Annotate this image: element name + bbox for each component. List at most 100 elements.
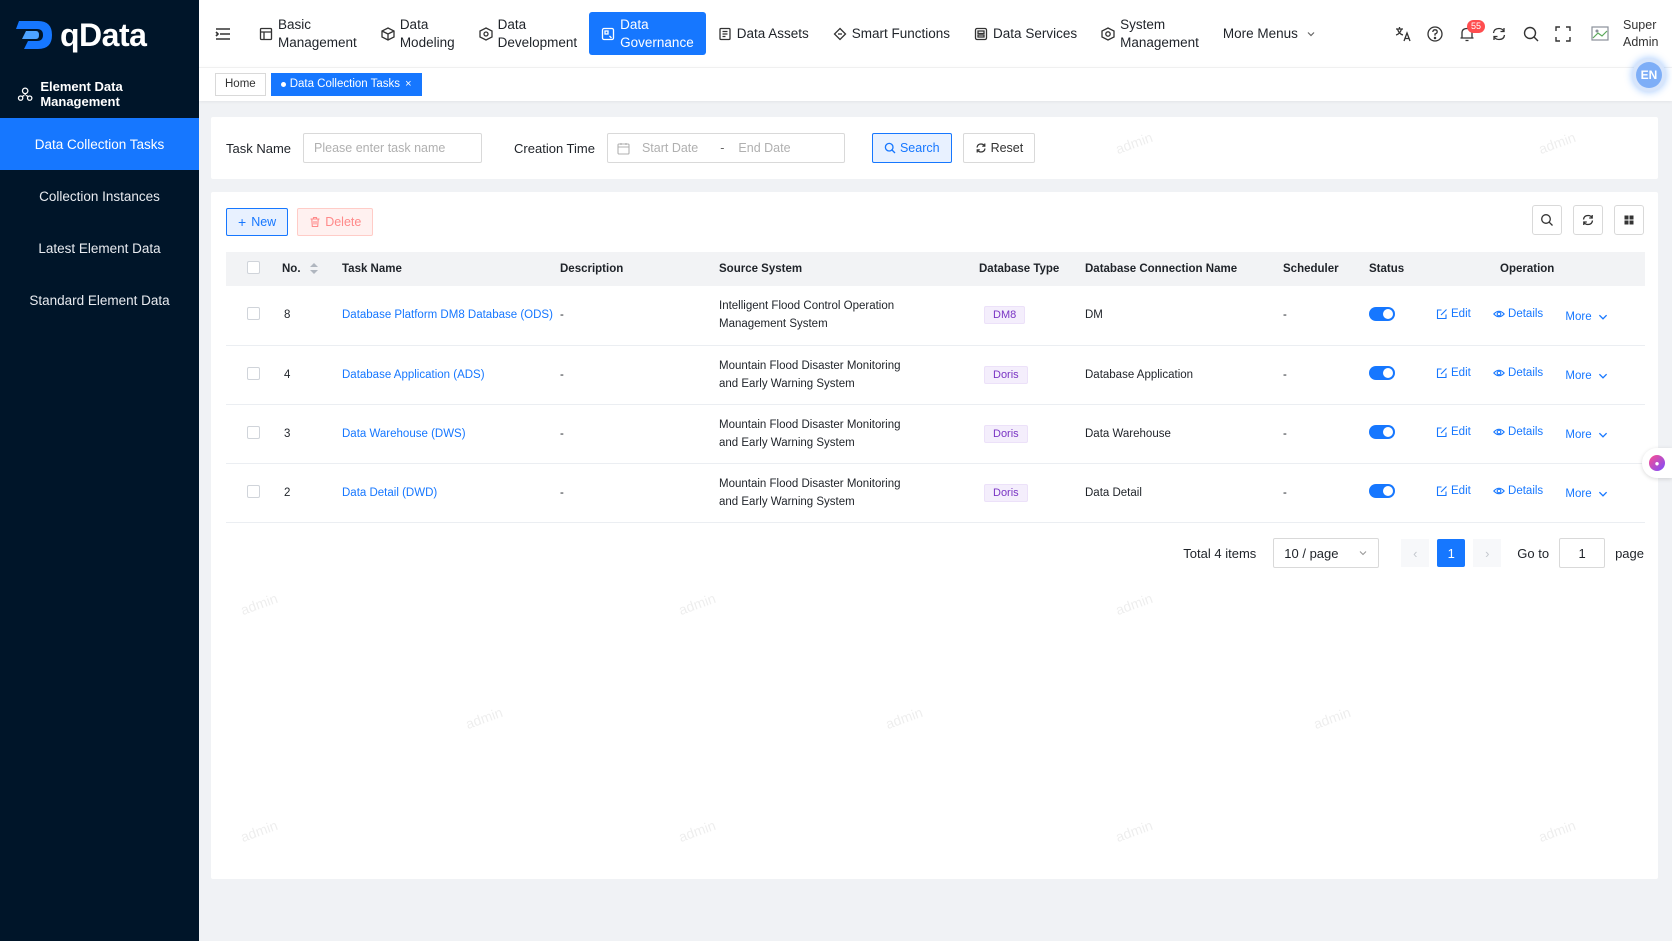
active-dot-icon [280, 82, 286, 87]
refresh-table-button[interactable] [1573, 205, 1603, 235]
delete-button[interactable]: Delete [297, 208, 374, 236]
details-button[interactable]: Details [1493, 426, 1543, 438]
tab-data-collection-tasks[interactable]: Data Collection Tasks × [270, 73, 422, 96]
edit-icon [1436, 308, 1447, 319]
assistant-float-button[interactable]: ● [1642, 448, 1672, 478]
more-dropdown[interactable]: More [1565, 429, 1611, 441]
column-header-operation: Operation [1500, 263, 1555, 275]
task-name-link[interactable]: Data Detail (DWD) [342, 487, 437, 499]
sidebar-item-collection-instances[interactable]: Collection Instances [0, 170, 199, 222]
page-label: page [1615, 545, 1644, 561]
details-button[interactable]: Details [1493, 308, 1543, 320]
edit-icon [1436, 368, 1447, 379]
column-header-no[interactable]: No. [282, 252, 342, 286]
nav-label: Data Services [993, 25, 1078, 41]
sidebar-group-element-data[interactable]: Element Data Management [0, 70, 199, 118]
chevron-down-icon [1598, 373, 1607, 379]
reset-button-label: Reset [990, 141, 1024, 155]
cell-source-system: Intelligent Flood Control Operation Mana… [719, 286, 979, 345]
details-button[interactable]: Details [1493, 485, 1543, 497]
new-button[interactable]: + New [226, 208, 289, 236]
prev-page-button[interactable]: ‹ [1401, 539, 1430, 567]
page-size-select[interactable]: 10 / page [1273, 538, 1380, 568]
nav-data-services[interactable]: Data Services [962, 12, 1089, 55]
toggle-search-button[interactable] [1532, 205, 1562, 235]
cell-description: - [560, 309, 564, 322]
sidebar-item-latest-element-data[interactable]: Latest Element Data [0, 222, 199, 274]
nav-smart-functions[interactable]: Smart Functions [821, 12, 962, 55]
close-icon[interactable]: × [405, 74, 411, 95]
column-header-task-name: Task Name [342, 263, 402, 275]
next-page-button[interactable]: › [1473, 539, 1502, 567]
status-toggle[interactable] [1369, 425, 1395, 439]
details-button[interactable]: Details [1493, 367, 1543, 379]
column-settings-button[interactable] [1614, 205, 1644, 235]
select-all-checkbox[interactable] [247, 261, 260, 274]
row-checkbox[interactable] [247, 484, 260, 498]
sidebar-item-data-collection-tasks[interactable]: Data Collection Tasks [0, 118, 199, 170]
cell-source-system: Mountain Flood Disaster Monitoring and E… [719, 345, 979, 404]
fullscreen-icon[interactable] [1547, 18, 1579, 50]
chevron-down-icon [1359, 551, 1367, 556]
user-name[interactable]: Super Admin [1623, 17, 1659, 51]
nav-data-governance[interactable]: Data Governance [589, 12, 706, 55]
row-checkbox[interactable] [247, 425, 260, 439]
more-label: More [1565, 429, 1592, 441]
nav-data-development[interactable]: Data Development [467, 12, 590, 55]
edit-button[interactable]: Edit [1436, 485, 1471, 497]
search-icon[interactable] [1515, 18, 1547, 50]
menu-toggle-icon[interactable] [211, 22, 235, 46]
refresh-icon[interactable] [1483, 18, 1515, 50]
task-name-link[interactable]: Database Platform DM8 Database (ODS) [342, 309, 553, 321]
nav-data-assets[interactable]: Data Assets [706, 12, 821, 55]
status-toggle[interactable] [1369, 366, 1395, 380]
nav-data-modeling[interactable]: Data Modeling [369, 12, 467, 55]
nav-label: Data Modeling [399, 16, 455, 50]
source-line-2: and Early Warning System [719, 436, 855, 449]
page-number-current[interactable]: 1 [1437, 539, 1466, 567]
edit-button[interactable]: Edit [1436, 426, 1471, 438]
column-header-database-type: Database Type [979, 263, 1060, 275]
details-label: Details [1508, 367, 1544, 379]
logo[interactable]: qData [0, 0, 199, 70]
edit-button[interactable]: Edit [1436, 308, 1471, 320]
language-switch-button[interactable]: EN [1632, 58, 1666, 92]
avatar[interactable] [1589, 22, 1613, 46]
more-dropdown[interactable]: More [1565, 488, 1611, 500]
more-dropdown[interactable]: More [1565, 370, 1611, 382]
edit-button[interactable]: Edit [1436, 367, 1471, 379]
help-icon[interactable] [1419, 18, 1451, 50]
bell-icon[interactable]: 55 [1451, 18, 1486, 50]
start-date-input[interactable]: Start Date [642, 141, 698, 155]
row-checkbox[interactable] [247, 307, 260, 321]
sort-icon[interactable] [309, 263, 318, 275]
db-type-tag: DM8 [984, 306, 1026, 325]
status-toggle[interactable] [1369, 306, 1395, 321]
task-name-field [303, 133, 483, 163]
sidebar-group-label: Element Data Management [40, 79, 123, 109]
search-button[interactable]: Search [871, 133, 952, 163]
tab-label: Home [225, 78, 256, 90]
logo-icon [16, 17, 56, 53]
hexagon-icon [478, 26, 493, 41]
nav-more-menus[interactable]: More Menus [1211, 12, 1328, 55]
tab-home[interactable]: Home [215, 73, 266, 96]
task-name-link[interactable]: Data Warehouse (DWS) [342, 428, 466, 440]
nav-system-management[interactable]: System Management [1089, 12, 1211, 55]
goto-page-input[interactable]: 1 [1559, 538, 1606, 568]
edit-icon [1436, 427, 1447, 438]
cell-scheduler: - [1283, 309, 1287, 322]
reset-button[interactable]: Reset [962, 133, 1036, 163]
row-checkbox[interactable] [247, 366, 260, 380]
more-dropdown[interactable]: More [1565, 311, 1611, 323]
task-name-input[interactable] [314, 141, 482, 155]
layout-icon [259, 27, 273, 40]
translate-icon[interactable] [1387, 18, 1419, 50]
creation-time-range-picker[interactable]: Start Date - End Date [606, 133, 845, 163]
sidebar-item-standard-element-data[interactable]: Standard Element Data [0, 274, 199, 326]
task-name-link[interactable]: Database Application (ADS) [342, 369, 485, 381]
nav-label: Smart Functions [851, 25, 951, 41]
nav-basic-management[interactable]: Basic Management [247, 12, 369, 55]
status-toggle[interactable] [1369, 484, 1395, 498]
end-date-input[interactable]: End Date [738, 141, 790, 155]
